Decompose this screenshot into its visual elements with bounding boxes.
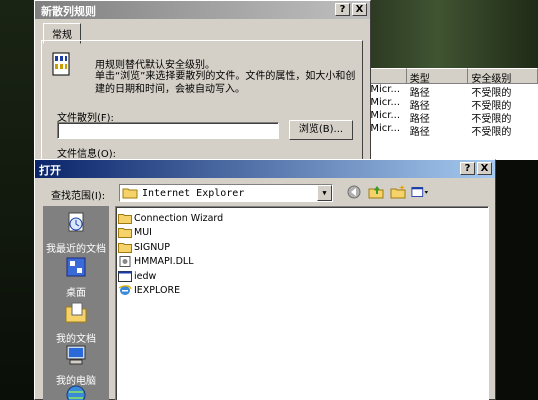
help-button[interactable]: ? <box>460 162 475 175</box>
row-type: 路径 <box>409 114 430 123</box>
row-type: 路径 <box>409 127 430 136</box>
browse-button[interactable]: 浏览(B)... <box>289 120 353 140</box>
file-item[interactable]: HMMAPI.DLL <box>118 255 486 269</box>
my-documents-icon <box>65 302 87 323</box>
row-level: 不受限的 <box>471 101 512 110</box>
network-icon <box>66 385 86 400</box>
look-in-dropdown[interactable]: Internet Explorer ▼ <box>119 184 333 202</box>
place-label: 我最近的文档 <box>46 244 106 255</box>
file-item[interactable]: Connection Wizard <box>118 211 486 225</box>
list-row[interactable]: ¥Micr... 路径 不受限的 <box>361 97 538 110</box>
row-type: 路径 <box>409 88 430 97</box>
desktop-icon <box>66 257 86 277</box>
file-item[interactable]: IEXPLORE <box>118 284 486 298</box>
background-scenery <box>370 0 538 70</box>
row-level: 不受限的 <box>471 114 512 123</box>
list-header: 类型 安全级别 <box>361 68 538 84</box>
places-bar: 我最近的文档 桌面 我的文档 我的电脑 <box>43 206 109 400</box>
ie-icon <box>118 285 132 295</box>
place-my-computer[interactable]: 我的电脑 <box>43 344 109 387</box>
list-header-level[interactable]: 安全级别 <box>468 68 538 83</box>
recent-docs-icon <box>68 212 84 232</box>
open-dialog-titlebar[interactable]: 打开 ? X <box>35 160 495 178</box>
list-row[interactable]: ¥Micr... 路径 不受限的 <box>361 84 538 97</box>
row-level: 不受限的 <box>471 88 512 97</box>
open-dialog-title: 打开 <box>39 164 61 177</box>
folder-icon <box>118 242 132 253</box>
exe-file-icon <box>118 270 132 282</box>
place-my-documents[interactable]: 我的文档 <box>43 302 109 345</box>
chevron-down-icon[interactable]: ▼ <box>317 185 332 201</box>
help-button[interactable]: ? <box>335 3 350 16</box>
dll-file-icon <box>119 256 131 267</box>
file-name: IEXPLORE <box>134 285 181 296</box>
file-hash-input[interactable] <box>57 122 279 139</box>
file-name: HMMAPI.DLL <box>134 256 194 267</box>
file-name: iedw <box>134 270 157 282</box>
file-name: MUI <box>134 227 152 238</box>
close-button[interactable]: X <box>477 162 492 175</box>
place-network[interactable] <box>43 384 109 400</box>
file-name: SIGNUP <box>134 241 170 253</box>
look-in-value: Internet Explorer <box>142 187 245 199</box>
place-label: 我的文档 <box>56 334 96 345</box>
place-label: 桌面 <box>66 288 86 299</box>
look-in-label: 查找范围(I): <box>51 191 106 202</box>
back-icon[interactable] <box>345 184 363 200</box>
rule-dialog-title: 新散列规则 <box>41 5 96 18</box>
place-desktop[interactable]: 桌面 <box>43 256 109 299</box>
view-menu-icon[interactable] <box>411 184 429 200</box>
file-item[interactable]: MUI <box>118 226 486 240</box>
hash-rule-icon <box>52 52 70 76</box>
folder-icon <box>118 228 132 238</box>
up-folder-icon[interactable] <box>367 184 385 200</box>
rule-description: 用规则替代默认安全级别。 <box>95 60 215 71</box>
close-button[interactable]: X <box>352 3 367 16</box>
file-item[interactable]: SIGNUP <box>118 240 486 254</box>
rules-list-view: 类型 安全级别 ¥Micr... 路径 不受限的 ¥Micr... 路径 不受限… <box>360 68 538 160</box>
row-level: 不受限的 <box>471 127 512 136</box>
my-computer-icon <box>66 345 86 365</box>
background-left <box>0 0 34 400</box>
place-recent-docs[interactable]: 我最近的文档 <box>43 212 109 255</box>
row-type: 路径 <box>409 101 430 110</box>
new-hash-rule-dialog: 新散列规则 ? X 常规 用规则替代默认安全级别。 单击“浏览”来选择要散列的文… <box>34 0 371 165</box>
file-item[interactable]: iedw <box>118 269 486 283</box>
list-row[interactable]: ¥Micr... 路径 不受限的 <box>361 123 538 136</box>
file-info-label: 文件信息(O): <box>57 149 117 160</box>
file-list: Connection Wizard MUI SIGNUP HMMAPI.DLL … <box>115 206 489 400</box>
rule-dialog-titlebar[interactable]: 新散列规则 ? X <box>35 1 370 19</box>
new-folder-icon[interactable] <box>389 184 407 200</box>
open-file-dialog: 打开 ? X 查找范围(I): Internet Explorer ▼ 我最近的… <box>34 159 496 400</box>
background-bottom-right <box>496 160 538 400</box>
list-row[interactable]: ¥Micr... 路径 不受限的 <box>361 110 538 123</box>
file-name: Connection Wizard <box>134 212 224 224</box>
folder-icon <box>118 213 132 224</box>
list-header-type[interactable]: 类型 <box>406 68 469 83</box>
browse-instructions: 单击“浏览”来选择要散列的文件。文件的属性，如大小和创建的日期和时间，会被自动写… <box>95 71 356 95</box>
folder-icon <box>122 188 138 199</box>
